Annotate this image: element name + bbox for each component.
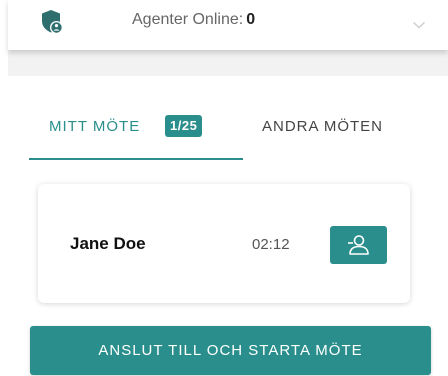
person-icon (348, 235, 369, 255)
active-tab-indicator (29, 158, 243, 160)
header-divider-band (8, 50, 448, 76)
agents-online-count: 0 (246, 11, 256, 28)
agents-online-text: Agenter Online: (132, 11, 244, 28)
caller-name: Jane Doe (70, 234, 146, 253)
meeting-count-badge: 1/25 (165, 115, 203, 137)
page: Agenter Online: 0 MITT MÖTE 1/25 ANDRA MÖ… (0, 0, 448, 376)
agents-online-label: Agenter Online: 0 (132, 11, 255, 29)
shield-user-icon (40, 9, 64, 35)
chevron-down-icon[interactable] (412, 17, 426, 29)
call-timer: 02:12 (252, 236, 290, 253)
tab-other-meetings[interactable]: ANDRA MÖTEN (262, 118, 383, 135)
header-bar: Agenter Online: 0 (8, 0, 448, 50)
tab-my-meeting[interactable]: MITT MÖTE (49, 118, 140, 135)
accept-call-button[interactable] (330, 226, 387, 264)
join-and-start-meeting-button[interactable]: ANSLUT TILL OCH STARTA MÖTE (30, 326, 431, 375)
call-card: Jane Doe 02:12 (38, 184, 410, 303)
